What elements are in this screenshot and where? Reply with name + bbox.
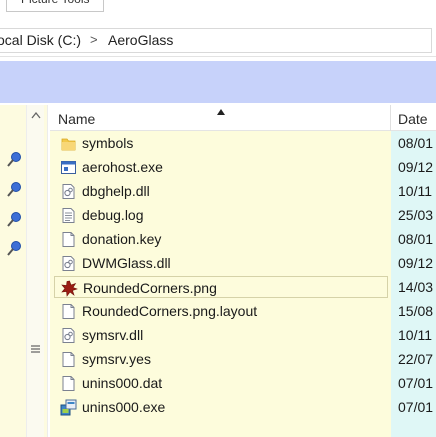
image-file-icon <box>61 280 78 297</box>
column-header-date[interactable]: Date <box>398 111 428 127</box>
file-row[interactable]: debug.log 25/03 <box>54 204 436 226</box>
installer-icon <box>60 399 77 416</box>
folder-icon <box>60 135 77 152</box>
file-name-cell[interactable]: aerohost.exe <box>54 156 388 178</box>
file-name: aerohost.exe <box>82 159 163 175</box>
file-date: 22/07 <box>398 351 434 367</box>
breadcrumb-local-disk[interactable]: ocal Disk (C:) <box>0 32 81 48</box>
file-date: 10/11 <box>398 183 432 199</box>
file-name: unins000.dat <box>82 375 163 391</box>
nav-scrollbar[interactable] <box>26 105 44 437</box>
file-name: debug.log <box>82 207 144 223</box>
file-date: 07/01 <box>398 375 434 391</box>
file-date: 09/12 <box>398 255 434 271</box>
file-list: Name Date symbols 08/01 aerohost.exe 09/12 d… <box>50 105 436 437</box>
file-name-cell[interactable]: DWMGlass.dll <box>54 252 388 274</box>
pin-icon[interactable] <box>6 182 22 198</box>
file-date: 15/08 <box>398 303 434 319</box>
file-row[interactable]: symsrv.yes 22/07 <box>54 348 436 370</box>
file-row[interactable]: dbghelp.dll 10/11 <box>54 180 436 202</box>
address-bar[interactable]: ocal Disk (C:) > AeroGlass <box>0 22 436 57</box>
file-date: 14/03 <box>398 279 434 295</box>
file-name: dbghelp.dll <box>82 183 150 199</box>
blank-file-icon <box>60 375 77 392</box>
file-row[interactable]: aerohost.exe 09/12 <box>54 156 436 178</box>
breadcrumb-aeroglass[interactable]: AeroGlass <box>108 32 173 48</box>
column-divider[interactable] <box>390 105 391 131</box>
file-name: symsrv.dll <box>82 327 144 343</box>
file-name-cell[interactable]: unins000.exe <box>54 396 388 418</box>
file-row[interactable]: RoundedCorners.png.layout 15/08 <box>54 300 436 322</box>
file-name-cell[interactable]: RoundedCorners.png <box>54 276 388 298</box>
file-name-cell[interactable]: unins000.dat <box>54 372 388 394</box>
blank-file-icon <box>60 303 77 320</box>
file-row[interactable]: RoundedCorners.png 14/03 <box>54 276 436 298</box>
scroll-up-button[interactable] <box>27 107 44 123</box>
dll-icon <box>60 327 77 344</box>
file-name: unins000.exe <box>82 399 166 415</box>
file-row[interactable]: unins000.dat 07/01 <box>54 372 436 394</box>
file-row[interactable]: symsrv.dll 10/11 <box>54 324 436 346</box>
file-row[interactable]: DWMGlass.dll 09/12 <box>54 252 436 274</box>
column-header-row: Name Date <box>50 105 436 131</box>
file-name: symsrv.yes <box>82 351 151 367</box>
file-name-cell[interactable]: RoundedCorners.png.layout <box>54 300 388 322</box>
column-header-name[interactable]: Name <box>58 111 95 127</box>
ribbon-strip: Picture Tools <box>0 0 436 22</box>
tab-picture-tools[interactable]: Picture Tools <box>6 0 104 12</box>
scroll-grip-icon[interactable] <box>31 343 40 355</box>
sort-ascending-icon <box>217 109 225 115</box>
file-row[interactable]: symbols 08/01 <box>54 132 436 154</box>
file-name: RoundedCorners.png <box>83 280 217 296</box>
dll-icon <box>60 183 77 200</box>
pin-icon[interactable] <box>6 241 22 257</box>
file-name-cell[interactable]: symbols <box>54 132 388 154</box>
file-date: 10/11 <box>398 327 432 343</box>
file-name: symbols <box>82 135 134 151</box>
file-date: 07/01 <box>398 399 434 415</box>
exe-window-icon <box>60 159 77 176</box>
file-name: RoundedCorners.png.layout <box>82 303 258 319</box>
file-name: DWMGlass.dll <box>82 255 171 271</box>
chevron-up-icon <box>30 111 41 118</box>
file-row[interactable]: donation.key 08/01 <box>54 228 436 250</box>
file-name-cell[interactable]: donation.key <box>54 228 388 250</box>
blank-file-icon <box>60 351 77 368</box>
file-name-cell[interactable]: debug.log <box>54 204 388 226</box>
blank-file-icon <box>60 231 77 248</box>
file-name-cell[interactable]: symsrv.yes <box>54 348 388 370</box>
file-name-cell[interactable]: dbghelp.dll <box>54 180 388 202</box>
glass-band <box>0 61 436 103</box>
text-file-icon <box>60 207 77 224</box>
file-date: 08/01 <box>398 135 434 151</box>
dll-icon <box>60 255 77 272</box>
file-row[interactable]: unins000.exe 07/01 <box>54 396 436 418</box>
file-date: 09/12 <box>398 159 434 175</box>
file-name-cell[interactable]: symsrv.dll <box>54 324 388 346</box>
pin-icon[interactable] <box>6 212 22 228</box>
breadcrumb-separator[interactable]: > <box>90 32 98 47</box>
file-name: donation.key <box>82 231 162 247</box>
file-date: 08/01 <box>398 231 434 247</box>
pin-icon[interactable] <box>6 152 22 168</box>
file-date: 25/03 <box>398 207 434 223</box>
